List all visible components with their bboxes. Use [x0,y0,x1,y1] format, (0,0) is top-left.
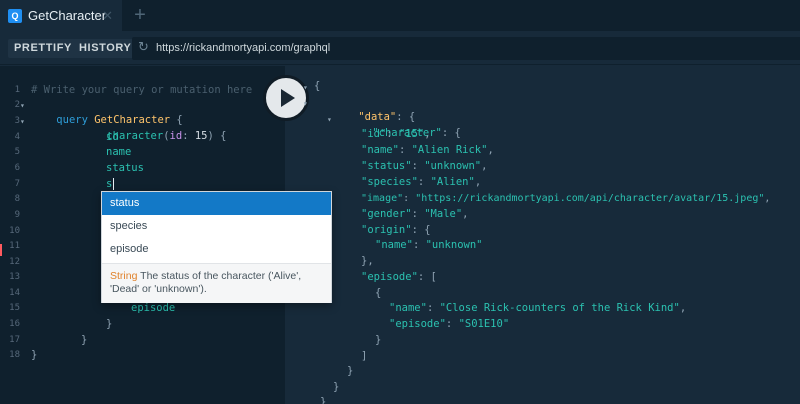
line-number: 5 [14,147,20,157]
field-typing: s [106,178,113,190]
line-number: 11 [9,241,20,251]
autocomplete-item-status[interactable]: status [102,192,331,215]
json-episode-name: "name": "Close Rick-counters of the Rick… [389,302,687,314]
field-type: String [110,270,138,282]
json-brace: } [320,396,327,404]
json-character-line: "character": { [372,127,461,139]
json-field-id: "id": "15", [361,128,431,140]
json-episode-code: "episode": "S01E10" [389,318,510,330]
line-number: 7 [14,179,20,189]
fold-arrow-icon[interactable]: ▾ [20,114,25,129]
line-number: 9 [14,210,20,220]
endpoint-url-text: https://rickandmortyapi.com/graphql [156,42,331,54]
toolbar: PRETTIFY HISTORY ↻ https://rickandmortya… [0,31,800,65]
closing-brace: } [31,349,38,361]
line-number: 12 [9,257,20,267]
close-icon[interactable]: ✕ [102,8,113,24]
line-number: 16 [9,319,20,329]
line-number: 1 [14,85,20,95]
line-number: 18 [9,350,20,360]
history-button[interactable]: HISTORY [73,39,138,58]
json-field-species: "species": "Alien", [361,176,482,188]
text-cursor [113,178,114,190]
json-data-line: "data": { [358,111,416,123]
line-number: 15 [9,303,20,313]
query-comment: # Write your query or mutation here [31,84,253,96]
json-brace: { [314,80,321,92]
arg-value: 15 [194,130,208,142]
query-operation-line: query GetCharacter { [31,98,182,126]
tab-getcharacter[interactable]: Q GetCharacter ✕ [0,0,122,31]
json-field-image: "image": "https://rickandmortyapi.com/ap… [361,193,771,204]
json-field-name: "name": "Alien Rick", [361,144,494,156]
json-brace: } [333,381,340,393]
line-number: 8 [14,194,20,204]
line-number: 6 [14,163,20,173]
field-episode: episode [131,302,176,314]
json-episode-line: "episode": [ [361,271,437,283]
line-number: 4 [14,132,20,142]
json-origin-name: "name": "unknown" [375,239,483,251]
autocomplete-item-episode[interactable]: episode [102,238,331,261]
json-brace: { [375,287,382,299]
play-icon [281,89,295,107]
line-number: 3 [14,116,20,126]
json-origin-line: "origin": { [361,224,431,236]
line-number: 17 [9,335,20,345]
json-brace: }, [361,255,374,267]
tab-bar: Q GetCharacter ✕ + [0,0,800,31]
fold-arrow-icon[interactable]: ▾ [303,96,308,111]
field-id: id [106,131,119,143]
fold-arrow-icon[interactable]: ▾ [327,112,332,127]
field-name: name [106,146,132,158]
json-field-gender: "gender": "Male", [361,208,469,220]
line-number: 2 [14,100,20,110]
field-description: The status of the character ('Alive', 'D… [110,270,302,295]
character-field-line: character(id: 15) { [106,130,227,142]
json-bracket: ] [361,350,368,362]
arg-id: id [169,130,183,142]
prettify-button[interactable]: PRETTIFY [8,39,78,58]
endpoint-url-input[interactable]: ↻ https://rickandmortyapi.com/graphql [132,37,800,60]
fold-arrow-icon[interactable]: ▾ [20,98,25,113]
add-tab-button[interactable]: + [130,4,150,26]
line-number: 14 [9,288,20,298]
line-number: 10 [9,226,20,236]
json-field-status: "status": "unknown", [361,160,488,172]
autocomplete-description: String The status of the character ('Ali… [102,263,331,303]
tab-title: GetCharacter [28,8,107,23]
closing-brace: } [106,318,113,330]
autocomplete-item-species[interactable]: species [102,215,331,238]
autocomplete-popup: status species episode String The status… [101,191,332,303]
fold-arrow-icon[interactable]: ▾ [303,80,308,95]
line-number: 13 [9,272,20,282]
reload-icon[interactable]: ↻ [138,40,152,54]
json-brace: } [375,334,382,346]
graphql-q-icon: Q [8,8,22,23]
closing-brace: } [81,334,88,346]
field-status: status [106,162,144,174]
json-brace: } [347,365,354,377]
